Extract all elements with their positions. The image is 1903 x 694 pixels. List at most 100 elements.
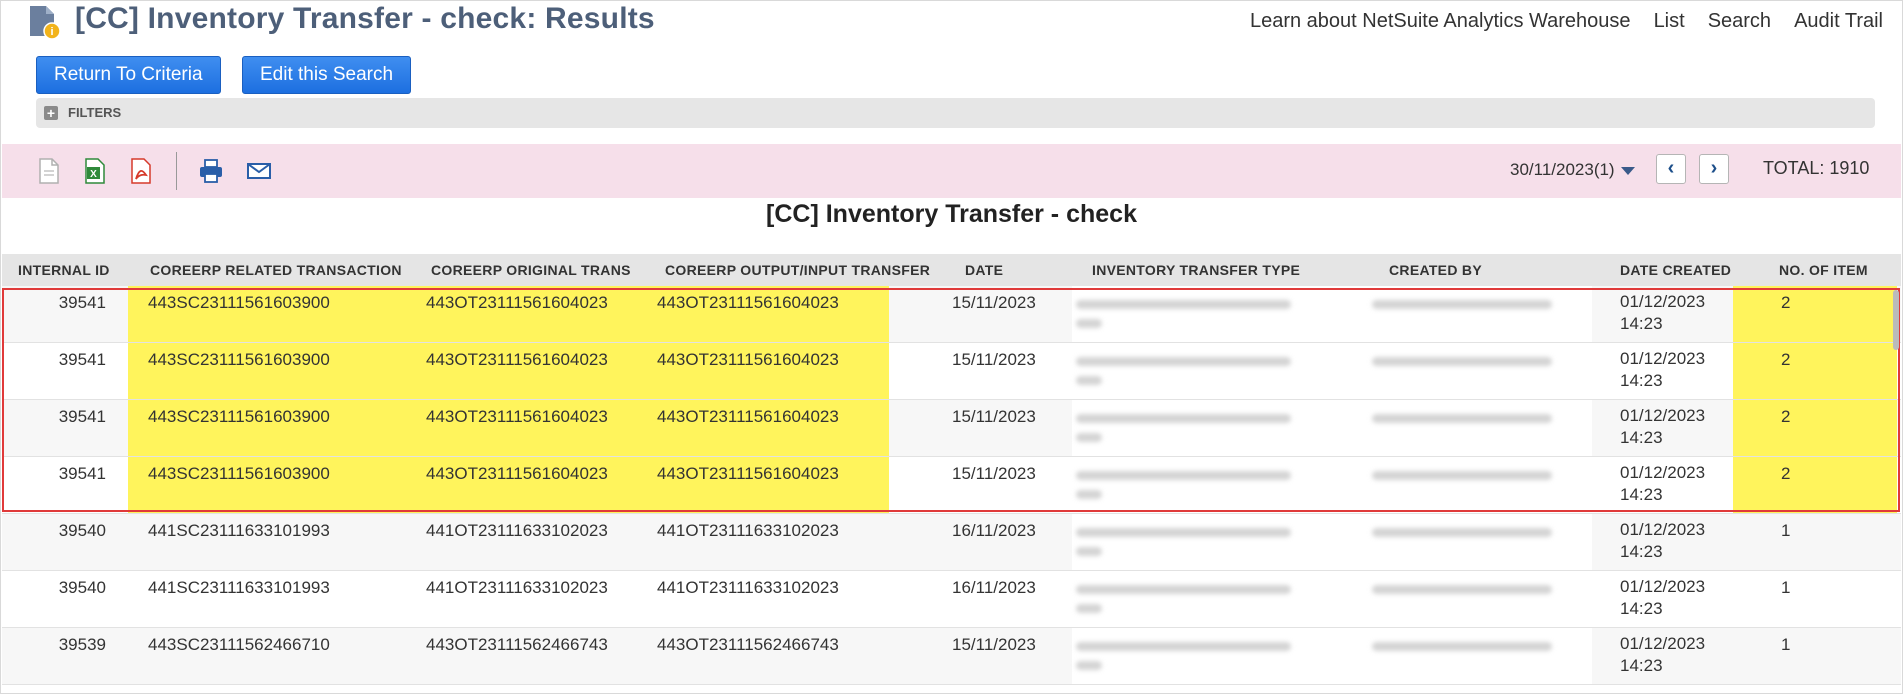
table-header: INTERNAL ID COREERP RELATED TRANSACTION …	[2, 254, 1901, 286]
cell-original-trans[interactable]: 441OT23111633102023	[426, 521, 608, 541]
cell-output-input-transfer[interactable]: 441OT23111633102023	[657, 578, 839, 598]
table-row[interactable]: 39540 441SC23111633101993 441OT23111633102…	[2, 514, 1901, 571]
results-table: INTERNAL ID COREERP RELATED TRANSACTION …	[2, 254, 1901, 685]
cell-date: 15/11/2023	[952, 350, 1036, 369]
expand-plus-icon[interactable]: +	[44, 106, 58, 120]
col-output-input-transfer[interactable]: COREERP OUTPUT/INPUT TRANSFER	[665, 262, 930, 278]
caret-down-icon	[1620, 166, 1635, 175]
cell-no-of-item: 2	[1781, 464, 1791, 483]
previous-page-button[interactable]: ‹	[1656, 154, 1686, 184]
highlight-band	[1733, 286, 1897, 342]
cell-original-trans[interactable]: 443OT23111561604023	[426, 350, 608, 370]
return-to-criteria-button[interactable]: Return To Criteria	[36, 56, 221, 94]
cell-date-created: 01/12/2023 14:23	[1620, 519, 1705, 563]
cell-no-of-item: 2	[1781, 350, 1791, 369]
cell-date: 16/11/2023	[952, 521, 1036, 540]
cell-date-created-date: 01/12/2023	[1620, 349, 1706, 368]
cell-original-trans[interactable]: 441OT23111633102023	[426, 578, 608, 598]
cell-output-input-transfer[interactable]: 443OT23111562466743	[657, 635, 839, 655]
analytics-warehouse-link[interactable]: Learn about NetSuite Analytics Warehouse	[1250, 10, 1631, 33]
cell-date: 15/11/2023	[952, 635, 1036, 654]
highlight-band	[1733, 343, 1897, 399]
cell-no-of-item: 1	[1781, 635, 1791, 654]
total-count: TOTAL: 1910	[1763, 158, 1870, 178]
cell-date-created-time: 14:23	[1620, 371, 1663, 390]
cell-internal-id: 39540	[58, 578, 106, 597]
table-row[interactable]: 39539 443SC23111562466710 443OT23111562466…	[2, 628, 1901, 685]
redacted-cells	[1072, 514, 1592, 570]
col-date-created[interactable]: DATE CREATED	[1620, 262, 1731, 278]
table-row[interactable]: 39541 443SC23111561603900 443OT23111561604…	[2, 343, 1901, 400]
export-excel-icon[interactable]: X	[82, 157, 108, 185]
cell-date: 16/11/2023	[952, 578, 1036, 597]
cell-no-of-item: 2	[1781, 407, 1791, 426]
report-title: [CC] Inventory Transfer - check	[766, 200, 1137, 228]
cell-output-input-transfer[interactable]: 443OT23111561604023	[657, 293, 839, 313]
cell-related-transaction[interactable]: 441SC23111633101993	[148, 521, 330, 541]
toolbar-separator	[176, 152, 177, 190]
highlight-band	[1733, 400, 1897, 456]
cell-output-input-transfer[interactable]: 443OT23111561604023	[657, 407, 839, 427]
audit-trail-link[interactable]: Audit Trail	[1794, 10, 1883, 33]
saved-search-icon: i	[28, 4, 62, 40]
cell-no-of-item: 1	[1781, 521, 1791, 540]
cell-internal-id: 39541	[58, 464, 106, 483]
edit-search-button[interactable]: Edit this Search	[242, 56, 412, 94]
cell-date-created-time: 14:23	[1620, 542, 1663, 561]
cell-date-created-time: 14:23	[1620, 485, 1663, 504]
col-original-trans[interactable]: COREERP ORIGINAL TRANS	[431, 262, 631, 278]
cell-date-created: 01/12/2023 14:23	[1620, 576, 1705, 620]
email-icon[interactable]	[246, 157, 272, 185]
col-related-transaction[interactable]: COREERP RELATED TRANSACTION	[150, 262, 402, 278]
cell-date-created-date: 01/12/2023	[1620, 520, 1706, 539]
cell-date-created-time: 14:23	[1620, 656, 1663, 675]
col-transfer-type[interactable]: INVENTORY TRANSFER TYPE	[1092, 262, 1300, 278]
table-row[interactable]: 39540 441SC23111633101993 441OT23111633102…	[2, 571, 1901, 628]
highlight-band	[1733, 457, 1897, 513]
redacted-cells	[1072, 400, 1592, 456]
cell-original-trans[interactable]: 443OT23111561604023	[426, 464, 608, 484]
col-no-of-item[interactable]: NO. OF ITEM	[1779, 262, 1868, 278]
scrollbar[interactable]	[1893, 290, 1899, 350]
table-row[interactable]: 39541 443SC23111561603900 443OT23111561604…	[2, 457, 1901, 514]
cell-internal-id: 39539	[58, 635, 106, 654]
table-row[interactable]: 39541 443SC23111561603900 443OT23111561604…	[2, 286, 1901, 343]
redacted-cells	[1072, 457, 1592, 513]
cell-related-transaction[interactable]: 443SC23111561603900	[148, 293, 330, 313]
cell-related-transaction[interactable]: 443SC23111561603900	[148, 464, 330, 484]
table-body: 39541 443SC23111561603900 443OT23111561604…	[2, 286, 1901, 685]
redacted-cells	[1072, 628, 1592, 684]
cell-related-transaction[interactable]: 443SC23111561603900	[148, 350, 330, 370]
next-page-button[interactable]: ›	[1699, 154, 1729, 184]
col-created-by[interactable]: CREATED BY	[1389, 262, 1482, 278]
table-row[interactable]: 39541 443SC23111561603900 443OT23111561604…	[2, 400, 1901, 457]
cell-date: 15/11/2023	[952, 464, 1036, 483]
cell-output-input-transfer[interactable]: 441OT23111633102023	[657, 521, 839, 541]
cell-output-input-transfer[interactable]: 443OT23111561604023	[657, 350, 839, 370]
cell-related-transaction[interactable]: 443SC23111562466710	[148, 635, 330, 655]
page-select[interactable]: 30/11/2023(1)	[1510, 160, 1635, 180]
export-csv-icon[interactable]	[36, 157, 62, 185]
cell-date-created-time: 14:23	[1620, 428, 1663, 447]
page-select-value: 30/11/2023(1)	[1510, 160, 1615, 179]
print-icon[interactable]	[198, 157, 224, 185]
search-link[interactable]: Search	[1708, 10, 1771, 33]
results-toolbar: X 30/11/2023(1) ‹ › TOTAL: 1910	[2, 144, 1901, 198]
cell-original-trans[interactable]: 443OT23111561604023	[426, 293, 608, 313]
cell-related-transaction[interactable]: 441SC23111633101993	[148, 578, 330, 598]
cell-date-created-date: 01/12/2023	[1620, 463, 1706, 482]
cell-date-created-date: 01/12/2023	[1620, 634, 1706, 653]
filters-bar[interactable]: + FILTERS	[36, 98, 1875, 128]
cell-date-created: 01/12/2023 14:23	[1620, 291, 1705, 335]
col-internal-id[interactable]: INTERNAL ID	[18, 262, 110, 278]
cell-output-input-transfer[interactable]: 443OT23111561604023	[657, 464, 839, 484]
cell-no-of-item: 1	[1781, 578, 1791, 597]
cell-original-trans[interactable]: 443OT23111561604023	[426, 407, 608, 427]
cell-date-created-time: 14:23	[1620, 314, 1663, 333]
list-link[interactable]: List	[1654, 10, 1685, 33]
cell-original-trans[interactable]: 443OT23111562466743	[426, 635, 608, 655]
export-pdf-icon[interactable]	[128, 157, 154, 185]
cell-related-transaction[interactable]: 443SC23111561603900	[148, 407, 330, 427]
cell-date-created-date: 01/12/2023	[1620, 406, 1706, 425]
col-date[interactable]: DATE	[965, 262, 1003, 278]
